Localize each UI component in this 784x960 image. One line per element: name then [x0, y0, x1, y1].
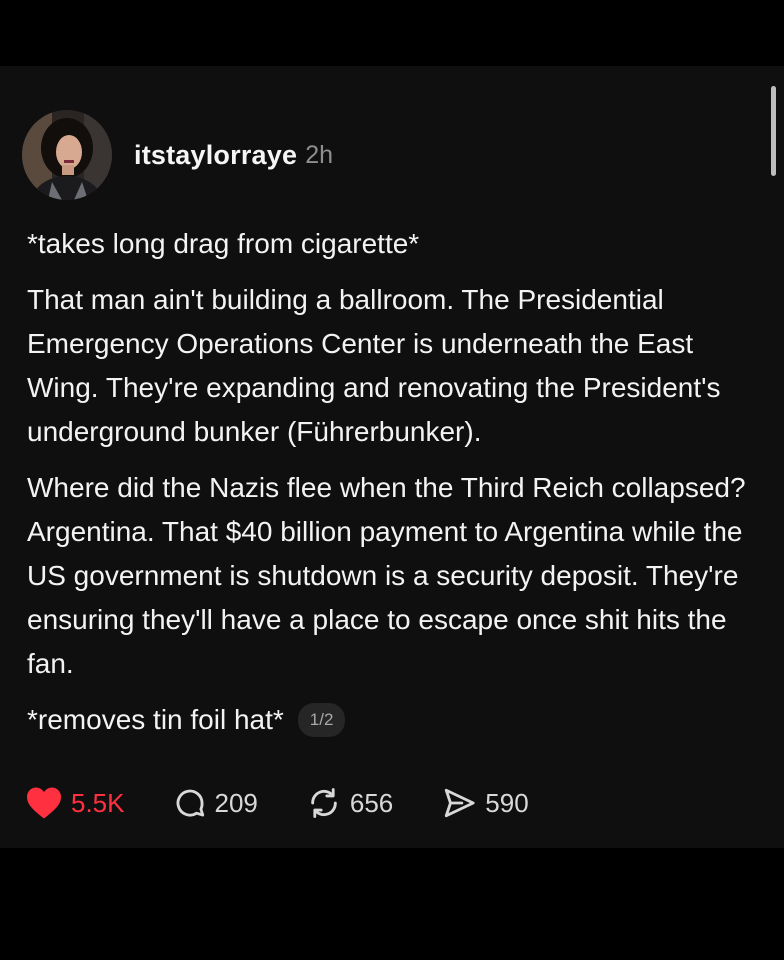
post-body: *takes long drag from cigarette* That ma…	[27, 222, 767, 742]
repost-button[interactable]: 656	[306, 786, 393, 820]
repost-count: 656	[349, 787, 394, 818]
reply-button[interactable]: 209	[173, 786, 258, 820]
post-last-line: *removes tin foil hat* 1/2	[27, 698, 767, 742]
post-header: itstaylorraye 2h	[22, 110, 333, 200]
share-button[interactable]: 590	[441, 786, 529, 820]
page-indicator[interactable]: 1/2	[297, 703, 346, 737]
repost-icon	[311, 788, 337, 818]
like-button[interactable]: 5.5K	[25, 786, 125, 820]
post-paragraph: That man ain't building a ballroom. The …	[27, 284, 721, 447]
avatar[interactable]	[22, 110, 112, 200]
share-count: 590	[485, 787, 529, 818]
post-paragraph: Where did the Nazis flee when the Third …	[27, 472, 746, 679]
post-paragraph: *removes tin foil hat*	[27, 704, 284, 735]
like-count: 5.5K	[71, 787, 125, 818]
username[interactable]: itstaylorraye	[134, 140, 297, 171]
action-bar: 5.5K 209 656 590	[25, 786, 577, 820]
comment-icon	[176, 789, 204, 817]
reply-count: 209	[214, 787, 258, 818]
share-icon	[445, 788, 475, 818]
post-paragraph: *takes long drag from cigarette*	[27, 228, 420, 259]
scrollbar[interactable]	[771, 86, 776, 176]
heart-icon	[27, 787, 61, 819]
post-timestamp: 2h	[305, 140, 334, 169]
